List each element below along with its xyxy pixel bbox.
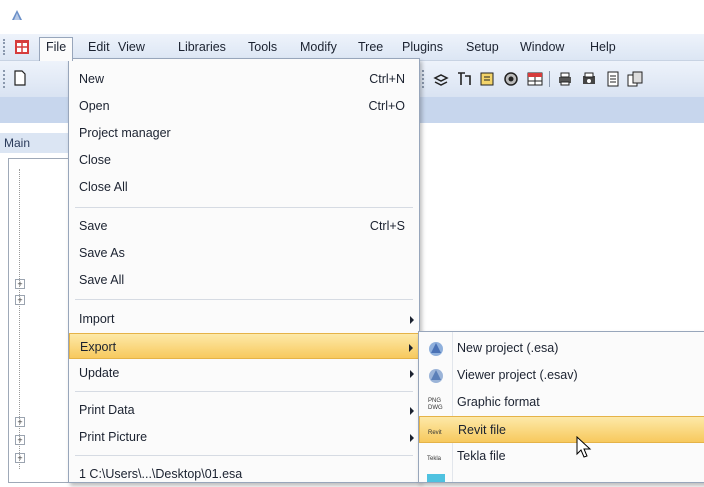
menu-plugins[interactable]: Plugins [396, 38, 449, 56]
submenu-arrow-icon [410, 434, 414, 442]
toolbar-grip-right[interactable] [422, 70, 426, 88]
submenu-arrow-icon [409, 344, 413, 352]
menu-separator [75, 455, 413, 456]
file-menu-close[interactable]: Close [69, 147, 419, 173]
toolbar-grip[interactable] [3, 70, 8, 88]
menu-separator [75, 391, 413, 392]
menu-separator [75, 207, 413, 208]
structure-icon[interactable] [455, 70, 473, 88]
file-menu-save[interactable]: Save Ctrl+S [69, 213, 419, 239]
file-menu-recent-file[interactable]: 1 C:\Users\...\Desktop\01.esa [69, 461, 419, 487]
svg-text:Revit: Revit [428, 430, 442, 436]
export-submenu: New project (.esa) Viewer project (.esav… [418, 331, 704, 483]
menu-edit[interactable]: Edit [82, 38, 116, 56]
submenu-arrow-icon [410, 407, 414, 415]
menu-setup[interactable]: Setup [460, 38, 505, 56]
menu-item-shortcut: Ctrl+N [369, 72, 405, 86]
menu-item-label: Save All [79, 273, 125, 287]
export-new-project[interactable]: New project (.esa) [419, 335, 704, 362]
title-bar [0, 0, 704, 30]
file-menu-save-as[interactable]: Save As [69, 240, 419, 266]
render-icon[interactable] [502, 70, 520, 88]
app-logo-icon [12, 10, 22, 20]
export-tekla-file[interactable]: Tekla Tekla file [419, 443, 704, 470]
menu-item-shortcut: Ctrl+S [369, 219, 405, 233]
tree-line [19, 169, 21, 469]
main-workspace[interactable] [423, 123, 704, 331]
file-menu-print-data[interactable]: Print Data [69, 397, 419, 423]
menu-item-label: Close All [79, 180, 128, 194]
menu-item-label: 1 C:\Users\...\Desktop\01.esa [79, 467, 243, 481]
panel-tab-main[interactable]: Main [0, 133, 74, 153]
file-menu-export[interactable]: Export [69, 333, 419, 359]
export-revit-file[interactable]: Revit Revit file [419, 416, 704, 443]
menu-window[interactable]: Window [514, 38, 570, 56]
mouse-cursor-icon [576, 436, 592, 458]
export-graphic-format[interactable]: PNG DWG Graphic format [419, 389, 704, 416]
svg-text:PNG: PNG [428, 398, 441, 404]
submenu-item-label: Revit file [458, 423, 506, 437]
menu-tree[interactable]: Tree [352, 38, 389, 56]
menu-item-label: New [79, 72, 105, 86]
menu-bar: File Edit View Libraries Tools Modify Tr… [0, 34, 704, 61]
submenu-item-label: New project (.esa) [457, 341, 559, 355]
menu-view[interactable]: View [112, 38, 151, 56]
document-settings-icon[interactable] [478, 70, 496, 88]
svg-text:DWG: DWG [428, 405, 443, 411]
submenu-arrow-icon [410, 316, 414, 324]
menubar-grip[interactable] [3, 39, 8, 55]
print-icon[interactable] [556, 70, 574, 88]
menu-item-label: Export [80, 340, 117, 354]
menu-file[interactable]: File [39, 37, 74, 61]
menu-help[interactable]: Help [584, 38, 622, 56]
menu-separator [75, 299, 413, 300]
copy-icon[interactable] [626, 70, 644, 88]
file-menu-update[interactable]: Update [69, 360, 419, 386]
menu-item-label: Open [79, 99, 110, 113]
project-icon[interactable] [14, 39, 30, 55]
menu-item-label: Save [79, 219, 108, 233]
submenu-item-label: Tekla file [457, 449, 506, 463]
new-document-icon[interactable] [14, 70, 26, 86]
tekla-icon: Tekla [427, 456, 442, 462]
table-icon[interactable] [526, 70, 544, 88]
graphic-format-icon: PNG DWG [428, 398, 443, 411]
menu-item-label: Save As [79, 246, 125, 260]
report-icon[interactable] [604, 70, 622, 88]
submenu-arrow-icon [410, 370, 414, 378]
esa-project-icon [429, 342, 443, 356]
menu-item-label: Print Picture [79, 430, 148, 444]
file-menu-new[interactable]: New Ctrl+N [69, 66, 419, 92]
menu-item-shortcut: Ctrl+O [368, 99, 405, 113]
file-menu-save-all[interactable]: Save All [69, 267, 419, 293]
menu-item-label: Close [79, 153, 111, 167]
file-menu-import[interactable]: Import [69, 306, 419, 332]
layers-icon[interactable] [432, 70, 450, 88]
file-menu-print-picture[interactable]: Print Picture [69, 424, 419, 450]
toolbar-separator [549, 71, 550, 87]
file-menu-project-manager[interactable]: Project manager [69, 120, 419, 146]
menu-item-label: Update [79, 366, 120, 380]
menu-tools[interactable]: Tools [242, 38, 283, 56]
menu-libraries[interactable]: Libraries [172, 38, 232, 56]
svg-text:Tekla: Tekla [427, 456, 442, 462]
file-menu-open[interactable]: Open Ctrl+O [69, 93, 419, 119]
export-viewer-project[interactable]: Viewer project (.esav) [419, 362, 704, 389]
file-menu: New Ctrl+N Open Ctrl+O Project manager C… [68, 58, 420, 483]
file-menu-close-all[interactable]: Close All [69, 174, 419, 200]
print-preview-icon[interactable] [580, 70, 598, 88]
submenu-item-label: Graphic format [457, 395, 540, 409]
viewer-project-icon [429, 369, 443, 383]
revit-icon: Revit [428, 430, 442, 436]
menu-item-label: Import [79, 312, 115, 326]
submenu-item-label: Viewer project (.esav) [457, 368, 578, 382]
menu-item-label: Print Data [79, 403, 135, 417]
menu-item-label: Project manager [79, 126, 171, 140]
menu-modify[interactable]: Modify [294, 38, 343, 56]
